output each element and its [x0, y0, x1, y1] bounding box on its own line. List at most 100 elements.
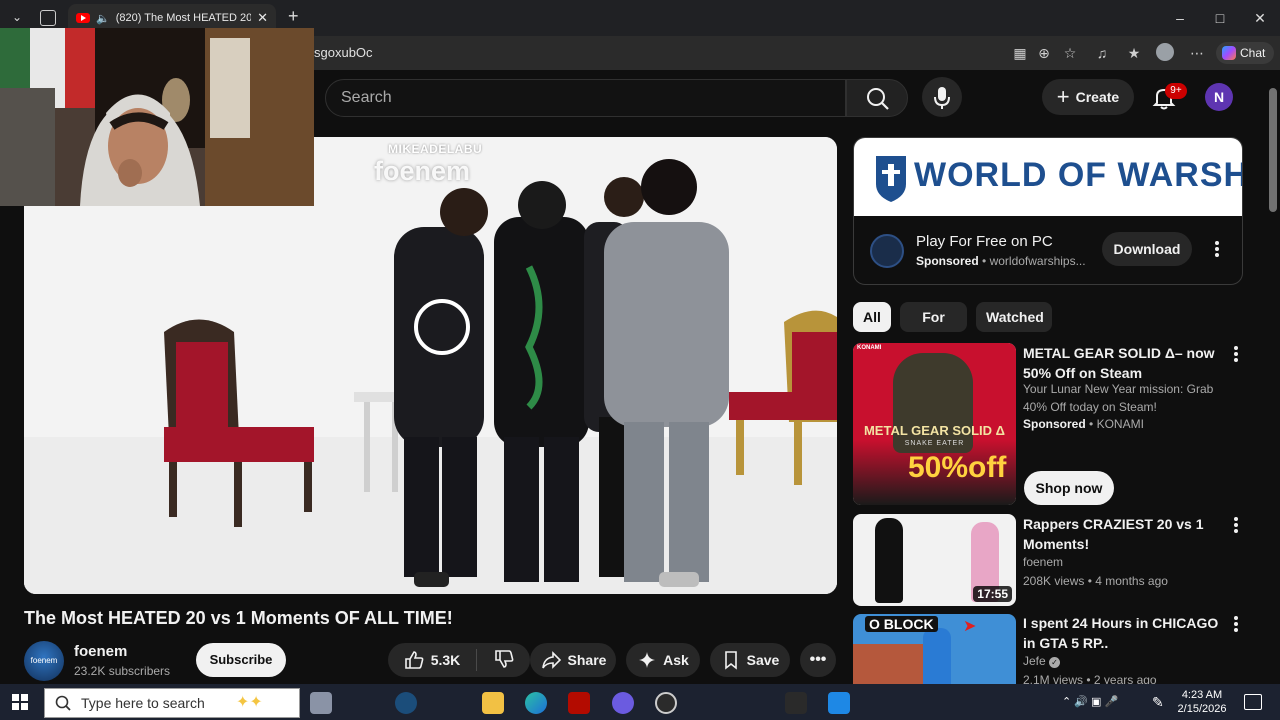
ask-button[interactable]: Ask — [626, 643, 700, 677]
subscriber-count: 23.2K subscribers — [74, 664, 171, 678]
chip-watched[interactable]: Watched — [976, 302, 1052, 332]
rec-channel-3-name: Jefe — [1023, 654, 1046, 668]
chip-all[interactable]: All — [853, 302, 891, 332]
rec-more-icon-3[interactable] — [1233, 615, 1239, 633]
close-window-button[interactable]: ✕ — [1250, 8, 1270, 28]
shop-now-button[interactable]: Shop now — [1024, 471, 1114, 505]
chip-for-you[interactable]: For you — [900, 302, 967, 355]
maximize-button[interactable]: □ — [1210, 8, 1230, 28]
adobe-app-icon[interactable] — [568, 692, 590, 714]
notification-count-badge: 9+ — [1165, 83, 1187, 99]
thumbs-up-icon — [404, 651, 424, 669]
notification-center-icon[interactable] — [1244, 694, 1262, 710]
url-field[interactable]: sgoxubOc — [314, 42, 1004, 64]
ad-more-icon[interactable] — [1214, 240, 1220, 258]
webcam-overlay — [0, 28, 314, 206]
close-tab-icon[interactable]: ✕ — [257, 10, 268, 26]
save-button[interactable]: Save — [710, 643, 790, 677]
thumb-character — [923, 628, 951, 684]
share-button[interactable]: Share — [530, 643, 616, 677]
rec-channel-2[interactable]: foenem — [1023, 553, 1223, 571]
verified-check-icon: ✓ — [1049, 657, 1061, 668]
share-icon — [541, 651, 561, 669]
rec-meta-3: 2.1M views • 2 years ago — [1023, 673, 1157, 684]
thumb-red-arrow-icon: ➤ — [963, 618, 977, 635]
advertiser-logo — [870, 234, 904, 268]
subscribe-button[interactable]: Subscribe — [196, 643, 286, 677]
tab-list-icon[interactable]: ⌄ — [8, 10, 26, 26]
account-avatar[interactable]: N — [1205, 83, 1233, 111]
rec-title-2[interactable]: Rappers CRAZIEST 20 vs 1 Moments! — [1023, 514, 1223, 554]
dislike-button[interactable] — [493, 648, 515, 673]
ad-domain: worldofwarships... — [989, 254, 1086, 268]
rec-meta-2: 208K views • 4 months ago — [1023, 574, 1168, 588]
speaker-icon[interactable]: 🔈 — [96, 12, 110, 25]
download-button[interactable]: Download — [1102, 232, 1192, 266]
ad-sponsored-label: Sponsored — [916, 254, 979, 268]
taskbar-search-icon — [54, 694, 72, 712]
system-tray-icons[interactable]: ⌃ 🔊 ▣ 🎤 — [1062, 695, 1130, 711]
favorite-star-icon[interactable]: ☆ — [1060, 43, 1080, 63]
more-menu-icon[interactable]: ⋯ — [1187, 43, 1207, 63]
rec-sponsored-label: Sponsored — [1023, 417, 1086, 431]
thumb-mgs-title: METAL GEAR SOLID Δ — [863, 423, 1006, 438]
extension-icon[interactable]: ♫ — [1092, 43, 1112, 63]
start-button[interactable] — [12, 694, 28, 710]
like-count: 5.3K — [430, 652, 461, 668]
like-button[interactable]: 5.3K — [403, 649, 461, 671]
workspaces-icon[interactable] — [40, 10, 56, 26]
save-label: Save — [746, 652, 780, 668]
webcam-feed-image — [0, 28, 314, 206]
ad-banner-text: WORLD OF WARSHIPS — [914, 156, 1242, 194]
sponsored-ad-card[interactable]: WORLD OF WARSHIPS Play For Free on PC Sp… — [853, 137, 1243, 285]
ad-title[interactable]: Play For Free on PC — [916, 233, 1053, 250]
copilot-chat-button[interactable]: Chat — [1216, 42, 1274, 64]
group-of-people — [394, 159, 729, 587]
rec-more-icon-2[interactable] — [1233, 516, 1239, 534]
rec-thumbnail-gta[interactable]: O BLOCK ➤ — [853, 614, 1016, 684]
favorites-icon[interactable]: ★ — [1124, 43, 1144, 63]
rec-thumbnail-rappers[interactable]: 17:55 — [853, 514, 1016, 606]
pen-icon[interactable]: ✎ — [1152, 694, 1170, 712]
clock-date: 2/15/2026 — [1177, 703, 1227, 715]
epic-games-icon[interactable] — [785, 692, 807, 714]
voice-search-button[interactable] — [922, 77, 962, 117]
page-scrollbar-thumb[interactable] — [1269, 88, 1277, 212]
search-icon — [867, 88, 889, 110]
generic-app-icon[interactable] — [828, 692, 850, 714]
zoom-icon[interactable]: ⊕ — [1034, 43, 1054, 63]
more-actions-button[interactable]: ••• — [800, 643, 836, 677]
discord-app-icon[interactable] — [612, 692, 634, 714]
rec-channel-3[interactable]: Jefe ✓ — [1023, 652, 1223, 670]
file-explorer-icon[interactable] — [482, 692, 504, 714]
rec-thumbnail-metal-gear[interactable]: METAL GEAR SOLID Δ SNAKE EATER 50%off KO… — [853, 343, 1016, 505]
channel-name[interactable]: foenem — [74, 643, 127, 660]
thumb-oblock-text: O BLOCK — [865, 616, 938, 632]
taskbar-clock[interactable]: 4:23 AM 2/15/2026 — [1174, 688, 1230, 716]
steam-app-icon[interactable] — [395, 692, 417, 714]
ad-banner[interactable]: WORLD OF WARSHIPS — [854, 138, 1242, 216]
channel-avatar[interactable]: foenem — [24, 641, 64, 681]
apps-icon[interactable]: ▦ — [1010, 43, 1030, 63]
profile-icon[interactable] — [1155, 43, 1175, 63]
search-button[interactable] — [846, 79, 908, 117]
create-label: Create — [1075, 89, 1120, 105]
rec-title-1[interactable]: METAL GEAR SOLID Δ– now 50% Off on Steam — [1023, 343, 1223, 383]
task-view-icon[interactable] — [310, 692, 332, 714]
more-horizontal-icon: ••• — [809, 651, 827, 668]
rec-desc-1: Your Lunar New Year mission: Grab 40% Of… — [1023, 382, 1214, 414]
rec-duration-2: 17:55 — [973, 586, 1012, 602]
minimize-button[interactable]: – — [1170, 8, 1190, 28]
thumb-mgs-subtitle: SNAKE EATER — [904, 440, 965, 447]
rec-title-3[interactable]: I spent 24 Hours in CHICAGO in GTA 5 RP.… — [1023, 613, 1223, 653]
rec-more-icon-1[interactable] — [1233, 345, 1239, 363]
sparkle-icon — [639, 652, 656, 668]
thumb-building — [853, 644, 923, 684]
new-tab-button[interactable]: + — [288, 6, 306, 28]
create-button[interactable]: + Create — [1042, 79, 1134, 115]
edge-browser-icon[interactable] — [525, 692, 547, 714]
search-highlight-icon: ✦✦ — [236, 694, 263, 711]
search-input[interactable]: Search — [325, 79, 846, 117]
xbox-app-icon[interactable] — [655, 692, 677, 714]
thumb-figure-left — [875, 518, 903, 603]
